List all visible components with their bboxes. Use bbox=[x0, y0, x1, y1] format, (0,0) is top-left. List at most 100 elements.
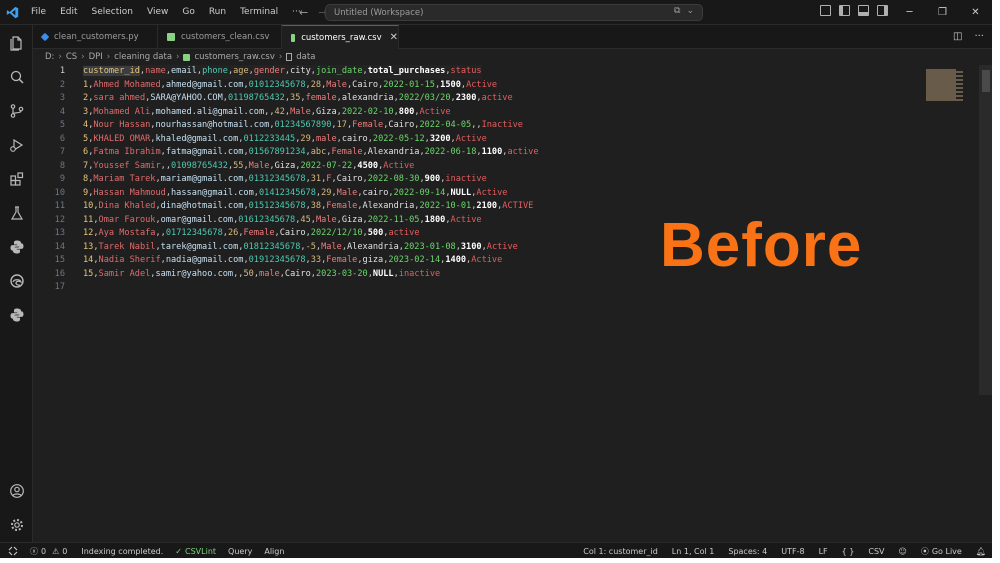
vertical-scrollbar[interactable] bbox=[979, 65, 992, 395]
menu-item[interactable]: Terminal bbox=[233, 0, 285, 25]
csv-cell: 500 bbox=[367, 228, 384, 238]
scrollbar-thumb[interactable] bbox=[982, 70, 990, 92]
command-center-search[interactable]: Untitled (Workspace) ⧉ ⌄ bbox=[325, 4, 703, 21]
language-braces[interactable]: { } bbox=[842, 547, 855, 556]
csv-cell: Mariam Tarek bbox=[93, 174, 156, 184]
minimap[interactable] bbox=[922, 65, 972, 105]
tab-clean-customers-py[interactable]: clean_customers.py bbox=[33, 25, 158, 49]
csv-cell: 2023-03-20 bbox=[315, 268, 368, 279]
code-line[interactable]: 17 bbox=[33, 281, 913, 295]
testing-flask-icon[interactable] bbox=[7, 203, 26, 222]
csv-cell: 2022/03/20 bbox=[398, 93, 451, 103]
line-number: 16 bbox=[54, 268, 65, 279]
notifications-bell-icon[interactable]: 🔔︎ bbox=[976, 547, 986, 556]
tab-customers-raw-csv[interactable]: customers_raw.csv ✕ bbox=[282, 25, 399, 49]
breadcrumb-item[interactable]: data bbox=[296, 52, 315, 62]
line-content: 3,Mohamed Ali,mohamed.ali@gmail.com,,42,… bbox=[83, 106, 451, 120]
csv-cell: fatma@gmail.com bbox=[165, 147, 244, 157]
csv-cell: samir@yahoo.com bbox=[155, 268, 234, 279]
customize-layout-icon[interactable] bbox=[820, 5, 831, 16]
code-line[interactable]: 9 8,Mariam Tarek,mariam@gmail.com,0131234… bbox=[33, 173, 913, 187]
remote-indicator-icon[interactable] bbox=[0, 543, 26, 558]
minimize-button[interactable]: ─ bbox=[893, 0, 926, 25]
csv-cell: 2022-10-01 bbox=[419, 201, 472, 211]
csv-cell: Active bbox=[476, 187, 508, 198]
copilot-status-icon[interactable]: ☺ bbox=[899, 547, 907, 556]
column-info[interactable]: Col 1: customer_id bbox=[583, 547, 658, 556]
code-line[interactable]: 2 1,Ahmed Mohamed,ahmed@gmail.com,0101234… bbox=[33, 79, 913, 93]
menu-item[interactable]: Run bbox=[202, 0, 233, 25]
code-line[interactable]: 5 4,Nour Hassan,nourhassan@hotmail.com,01… bbox=[33, 119, 913, 133]
code-line[interactable]: 6 5,KHALED OMAR,khaled@gmail.com,01122334… bbox=[33, 133, 913, 147]
menu-item[interactable]: File bbox=[24, 0, 53, 25]
menu-item[interactable]: Selection bbox=[85, 0, 140, 25]
csv-cell: Male bbox=[326, 79, 347, 90]
csv-cell: Male bbox=[315, 214, 337, 225]
toggle-panel-icon[interactable] bbox=[858, 5, 869, 16]
restore-button[interactable]: ❐ bbox=[926, 0, 959, 25]
run-debug-icon[interactable] bbox=[7, 135, 26, 154]
account-icon[interactable] bbox=[7, 481, 26, 500]
search-icon[interactable] bbox=[7, 67, 26, 86]
toggle-secondary-sidebar-icon[interactable] bbox=[877, 5, 888, 16]
activity-bar bbox=[0, 25, 33, 542]
close-button[interactable]: ✕ bbox=[959, 0, 992, 25]
tab-customers-clean-csv[interactable]: customers_clean.csv bbox=[158, 25, 282, 49]
problems-indicator[interactable]: ⓧ 0 ⚠ 0 bbox=[30, 546, 67, 557]
python-file-icon bbox=[40, 32, 50, 42]
settings-gear-icon[interactable] bbox=[7, 515, 26, 534]
query-button[interactable]: Query bbox=[228, 547, 252, 556]
edge-devtools-icon[interactable] bbox=[7, 271, 26, 290]
csvlint-button[interactable]: ✓ CSVLint bbox=[175, 547, 216, 556]
chevron-down-icon[interactable]: ⌄ bbox=[686, 6, 694, 16]
line-number: 7 bbox=[59, 147, 65, 157]
source-control-icon[interactable] bbox=[7, 101, 26, 120]
code-line[interactable]: 7 6,Fatma Ibrahim,fatma@gmail.com,0156789… bbox=[33, 146, 913, 160]
split-editor-icon[interactable]: ◫ bbox=[953, 31, 962, 42]
breadcrumb-item[interactable]: CS bbox=[66, 52, 77, 62]
back-arrow-icon[interactable]: ← bbox=[299, 6, 308, 19]
csv-cell: active bbox=[507, 147, 539, 157]
python-icon[interactable] bbox=[7, 237, 26, 256]
csv-cell: inactive bbox=[398, 268, 441, 279]
copilot-icon[interactable]: ⧉ bbox=[674, 6, 680, 16]
breadcrumb-item[interactable]: DPI bbox=[89, 52, 103, 62]
csv-header-cell: phone bbox=[202, 66, 228, 76]
more-actions-icon[interactable]: ··· bbox=[974, 31, 984, 42]
code-line[interactable]: 4 3,Mohamed Ali,mohamed.ali@gmail.com,,42… bbox=[33, 106, 913, 120]
extensions-icon[interactable] bbox=[7, 169, 26, 188]
breadcrumb-item[interactable]: customers_raw.csv bbox=[194, 52, 274, 62]
explorer-icon[interactable] bbox=[7, 33, 26, 52]
encoding[interactable]: UTF-8 bbox=[781, 547, 804, 556]
language-mode[interactable]: CSV bbox=[868, 547, 884, 556]
breadcrumb-item[interactable]: cleaning data bbox=[114, 52, 172, 62]
breadcrumb-item[interactable]: D: bbox=[45, 52, 54, 62]
menu-item[interactable]: Edit bbox=[53, 0, 84, 25]
align-button[interactable]: Align bbox=[264, 547, 284, 556]
cursor-position[interactable]: Ln 1, Col 1 bbox=[672, 547, 715, 556]
csv-cell: Cairo bbox=[284, 268, 311, 279]
end-of-line[interactable]: LF bbox=[819, 547, 828, 556]
csv-cell: Female bbox=[326, 201, 358, 211]
code-line[interactable]: 1 customer_id,name,email,phone,age,gender… bbox=[33, 65, 913, 79]
toggle-primary-sidebar-icon[interactable] bbox=[839, 5, 850, 16]
menu-item[interactable]: Go bbox=[175, 0, 201, 25]
code-line[interactable]: 10 9,Hassan Mahmoud,hassan@gmail.com,0141… bbox=[33, 187, 913, 201]
code-line[interactable]: 3 2,sara ahmed,SARA@YAHOO.COM,01198765432… bbox=[33, 92, 913, 106]
csv-cell: 01567891234 bbox=[248, 147, 306, 157]
line-number: 15 bbox=[54, 255, 65, 265]
csv-cell: Active bbox=[419, 106, 451, 117]
python-environments-icon[interactable] bbox=[7, 305, 26, 324]
csv-cell: Ahmed Mohamed bbox=[93, 79, 161, 90]
indentation[interactable]: Spaces: 4 bbox=[728, 547, 767, 556]
code-line[interactable]: 8 7,Youssef Samir,,01098765432,55,Male,Gi… bbox=[33, 160, 913, 174]
breadcrumb-separator-icon: › bbox=[58, 52, 62, 62]
go-live-button[interactable]: ⦿ Go Live bbox=[921, 546, 962, 557]
menu-item[interactable]: View bbox=[140, 0, 175, 25]
csv-cell: Cairo bbox=[336, 174, 363, 184]
csv-cell: Fatma Ibrahim bbox=[93, 147, 161, 157]
csv-cell: 28 bbox=[310, 79, 322, 90]
csv-cell: 10 bbox=[83, 201, 94, 211]
csv-cell: 13 bbox=[83, 241, 94, 252]
close-tab-icon[interactable]: ✕ bbox=[390, 32, 398, 43]
